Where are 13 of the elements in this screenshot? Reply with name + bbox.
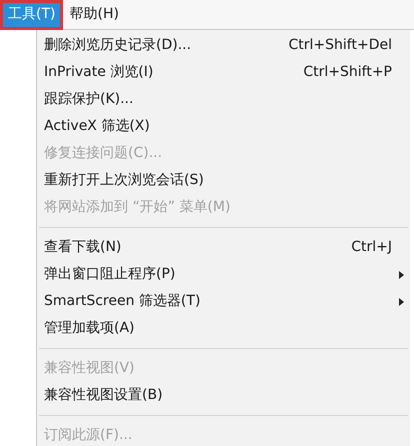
menu-item[interactable]: SmartScreen 筛选器(T) xyxy=(37,288,410,315)
menu-item[interactable]: 查看下载(N) Ctrl+J xyxy=(37,234,410,261)
menu-item[interactable]: 弹出窗口阻止程序(P) xyxy=(37,261,410,288)
menu-item[interactable]: 兼容性视图设置(B) xyxy=(37,382,410,409)
submenu-arrow-icon xyxy=(399,298,404,306)
menu-item[interactable]: 重新打开上次浏览会话(S) xyxy=(37,167,410,194)
menu-item[interactable]: InPrivate 浏览(I) Ctrl+Shift+P xyxy=(37,59,410,86)
menu-item[interactable]: 跟踪保护(K)... xyxy=(37,86,410,113)
menu-bar-item[interactable]: 帮助(H) xyxy=(63,0,125,30)
menu-item[interactable]: 管理加载项(A) xyxy=(37,315,410,342)
menu-item[interactable]: ActiveX 筛选(X) xyxy=(37,113,410,140)
menu-item[interactable]: 删除浏览历史记录(D)... Ctrl+Shift+Del xyxy=(37,32,410,59)
submenu-arrow-icon xyxy=(399,270,404,278)
